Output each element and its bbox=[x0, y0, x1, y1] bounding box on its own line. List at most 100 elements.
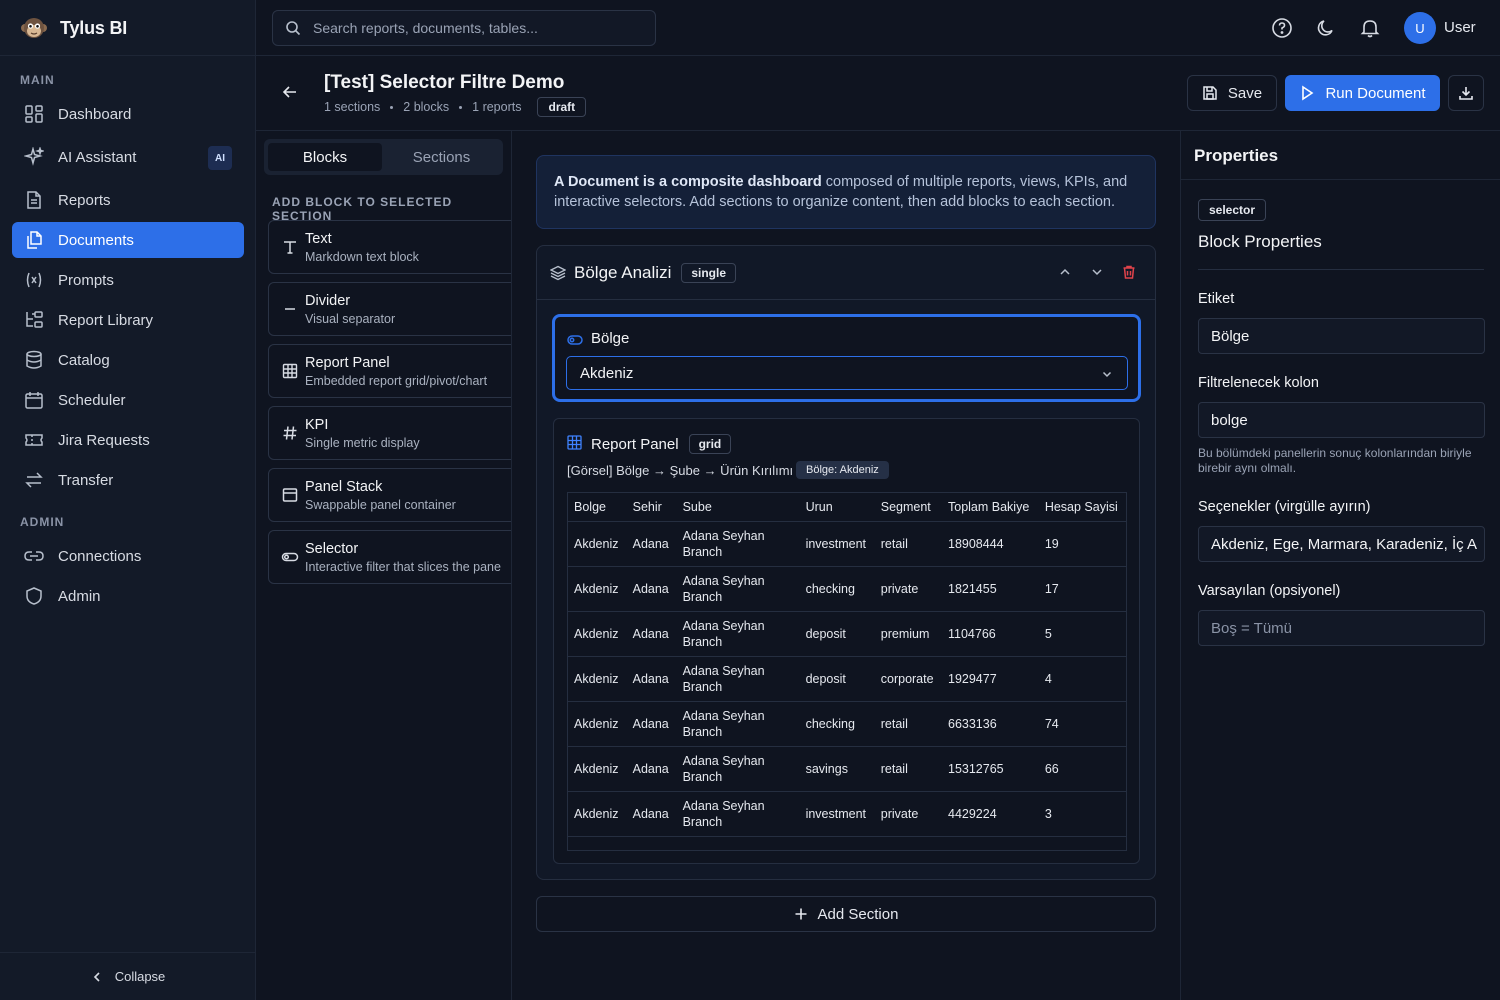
monkey-logo-icon bbox=[20, 14, 48, 42]
sidebar-item-documents[interactable]: Documents bbox=[12, 222, 244, 258]
table-cell: 3 bbox=[1038, 791, 1126, 837]
report-panel-block[interactable]: Report Panel grid [Görsel] Bölge → Şube … bbox=[553, 418, 1140, 864]
file-text-icon bbox=[24, 190, 44, 210]
chevron-down-icon[interactable] bbox=[1089, 264, 1105, 280]
table-cell bbox=[626, 836, 677, 850]
add-section-button[interactable]: Add Section bbox=[536, 896, 1156, 932]
table-cell: 15312765 bbox=[942, 746, 1039, 792]
save-label: Save bbox=[1227, 84, 1263, 102]
column-header[interactable]: Hesap Sayisi bbox=[1038, 493, 1126, 522]
options-field-input[interactable] bbox=[1198, 526, 1485, 562]
help-icon[interactable] bbox=[1271, 17, 1293, 39]
block-option-divider[interactable]: Divider Visual separator bbox=[268, 282, 511, 336]
ticket-icon bbox=[24, 430, 44, 450]
column-header[interactable]: Segment bbox=[874, 493, 942, 522]
block-option-panel-stack[interactable]: Panel Stack Swappable panel container bbox=[268, 468, 511, 522]
block-option-report-panel[interactable]: Report Panel Embedded report grid/pivot/… bbox=[268, 344, 511, 398]
column-header[interactable]: Bolge bbox=[568, 493, 627, 522]
table-cell: private bbox=[874, 566, 942, 612]
back-arrow-icon[interactable] bbox=[280, 82, 300, 102]
search-box[interactable] bbox=[272, 10, 656, 46]
search-input[interactable] bbox=[313, 20, 633, 36]
table-cell: Adana bbox=[626, 746, 677, 792]
report-table: Bolge Sehir Sube Urun Segment Toplam Bakiye He… bbox=[568, 493, 1126, 850]
run-document-button[interactable]: Run Document bbox=[1285, 75, 1440, 111]
table-cell: Adana Seyhan Branch bbox=[676, 701, 800, 747]
sidebar-item-label: Dashboard bbox=[58, 105, 132, 123]
table-cell: Akdeniz bbox=[568, 566, 627, 612]
user-name[interactable]: User bbox=[1444, 19, 1476, 36]
hash-icon bbox=[281, 424, 299, 442]
page-title: [Test] Selector Filtre Demo bbox=[324, 72, 565, 93]
document-header: [Test] Selector Filtre Demo 1 sections 2… bbox=[256, 56, 1500, 131]
table-cell: 4429224 bbox=[942, 791, 1039, 837]
sidebar-item-transfer[interactable]: Transfer bbox=[12, 462, 244, 498]
report-table-wrapper[interactable]: Bolge Sehir Sube Urun Segment Toplam Bakiye He… bbox=[567, 492, 1127, 851]
sidebar-item-report-library[interactable]: Report Library bbox=[12, 302, 244, 338]
default-field-label: Varsayılan (opsiyonel) bbox=[1198, 583, 1341, 599]
chevron-left-icon bbox=[91, 971, 103, 983]
block-option-kpi[interactable]: KPI Single metric display bbox=[268, 406, 511, 460]
panel-tabs: Blocks Sections bbox=[264, 139, 503, 175]
save-button[interactable]: Save bbox=[1187, 75, 1277, 111]
sidebar-item-catalog[interactable]: Catalog bbox=[12, 342, 244, 378]
chevron-up-icon[interactable] bbox=[1057, 264, 1073, 280]
sidebar-item-dashboard[interactable]: Dashboard bbox=[12, 96, 244, 132]
trash-icon[interactable] bbox=[1121, 264, 1137, 280]
table-cell: premium bbox=[874, 611, 942, 657]
sidebar-item-prompts[interactable]: Prompts bbox=[12, 262, 244, 298]
column-header[interactable]: Urun bbox=[799, 493, 875, 522]
block-description: Swappable panel container bbox=[305, 498, 456, 512]
table-cell: Adana bbox=[626, 791, 677, 837]
report-panel-name: Report Panel bbox=[591, 435, 679, 453]
sidebar-item-ai-assistant[interactable]: AI Assistant AI bbox=[12, 139, 244, 175]
sidebar-item-connections[interactable]: Connections bbox=[12, 538, 244, 574]
bell-icon[interactable] bbox=[1359, 17, 1381, 39]
block-option-selector[interactable]: Selector Interactive filter that slices … bbox=[268, 530, 511, 584]
column-header[interactable]: Sehir bbox=[626, 493, 677, 522]
brand[interactable]: Tylus BI bbox=[20, 13, 127, 43]
active-filter-badge: Bölge: Akdeniz bbox=[796, 461, 889, 479]
report-subtitle: [Görsel] Bölge → Şube → Ürün Kırılımı bbox=[567, 463, 794, 478]
database-icon bbox=[24, 350, 44, 370]
link-icon bbox=[24, 546, 44, 566]
section-name: Bölge Analizi bbox=[574, 263, 672, 282]
section-card[interactable]: Bölge Analizi single Bölge Akdeniz Repor… bbox=[536, 245, 1156, 880]
tab-sections[interactable]: Sections bbox=[384, 143, 499, 171]
blocks-count: 2 blocks bbox=[403, 100, 450, 114]
sidebar-item-reports[interactable]: Reports bbox=[12, 182, 244, 218]
column-header[interactable]: Toplam Bakiye bbox=[942, 493, 1039, 522]
tab-blocks[interactable]: Blocks bbox=[268, 143, 382, 171]
block-option-text[interactable]: Text Markdown text block bbox=[268, 220, 511, 274]
table-cell: Adana Seyhan Branch bbox=[676, 746, 800, 792]
moon-icon[interactable] bbox=[1315, 17, 1337, 39]
region-select[interactable]: Akdeniz bbox=[566, 356, 1128, 390]
table-cell: savings bbox=[799, 746, 875, 792]
table-cell: deposit bbox=[799, 656, 875, 702]
table-cell: retail bbox=[874, 746, 942, 792]
column-header[interactable]: Sube bbox=[676, 493, 800, 522]
sidebar-item-label: Admin bbox=[58, 587, 101, 605]
sidebar-item-admin[interactable]: Admin bbox=[12, 578, 244, 614]
properties-title: Properties bbox=[1194, 146, 1279, 165]
download-button[interactable] bbox=[1448, 75, 1484, 111]
separator-dot bbox=[459, 105, 463, 109]
column-field-input[interactable] bbox=[1198, 402, 1485, 438]
avatar[interactable]: U bbox=[1404, 12, 1436, 44]
table-cell: 19 bbox=[1038, 521, 1126, 567]
label-field-input[interactable] bbox=[1198, 318, 1485, 354]
table-cell: retail bbox=[874, 521, 942, 567]
collapse-button[interactable]: Collapse bbox=[0, 952, 256, 1000]
table-cell: 66 bbox=[1038, 746, 1126, 792]
block-description: Embedded report grid/pivot/chart bbox=[305, 374, 488, 388]
table-cell: Adana bbox=[626, 611, 677, 657]
sidebar-item-scheduler[interactable]: Scheduler bbox=[12, 382, 244, 418]
table-row: Akdeniz Adana Adana Seyhan Branch deposit co… bbox=[568, 656, 1126, 702]
sidebar-item-jira-requests[interactable]: Jira Requests bbox=[12, 422, 244, 458]
panel-icon bbox=[281, 486, 299, 504]
default-field-input[interactable] bbox=[1198, 610, 1485, 646]
selector-block[interactable]: Bölge Akdeniz bbox=[552, 314, 1141, 402]
add-block-heading: ADD BLOCK TO SELECTED SECTION bbox=[272, 195, 453, 223]
admin-section-label: ADMIN bbox=[20, 515, 65, 529]
table-cell: Adana Seyhan Branch bbox=[676, 791, 800, 837]
